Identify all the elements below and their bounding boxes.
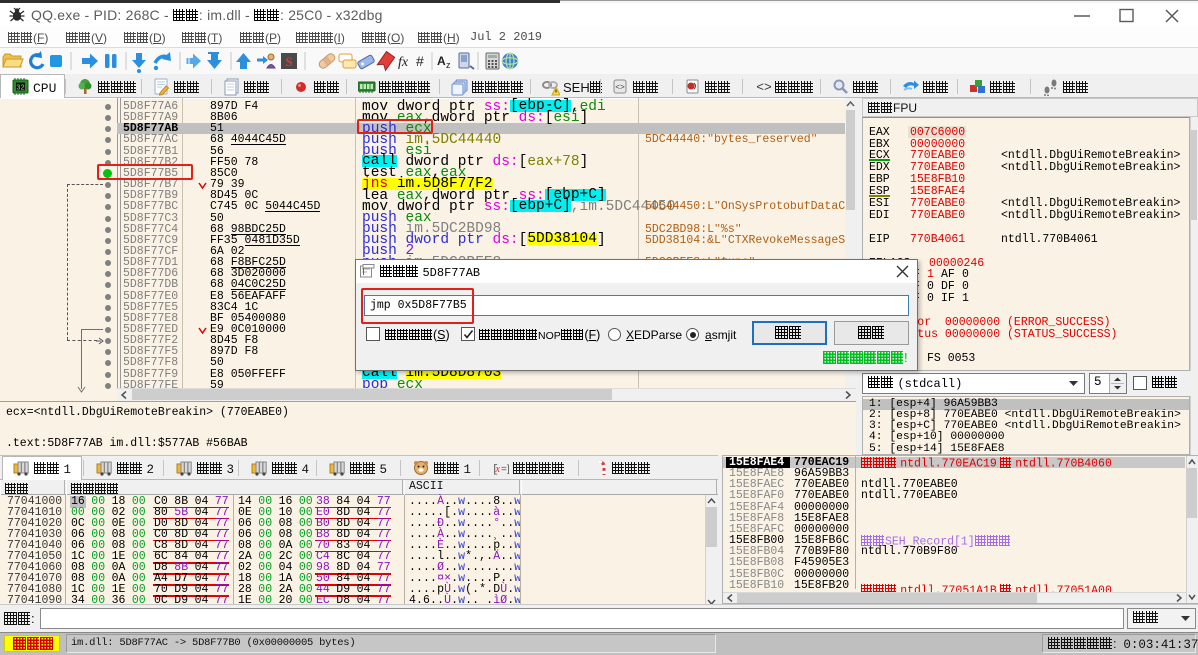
svg-text:A: A [437,54,446,68]
svg-text:<>: <> [756,80,772,95]
svg-text:32: 32 [16,85,24,93]
svg-text:<>: <> [615,84,625,93]
svg-text:z: z [446,60,451,70]
svg-text:fx: fx [398,55,409,70]
svg-text:x: x [495,464,501,475]
svg-text:#: # [416,53,424,69]
svg-text:=]: =] [501,464,509,475]
svg-text:S: S [285,54,292,69]
